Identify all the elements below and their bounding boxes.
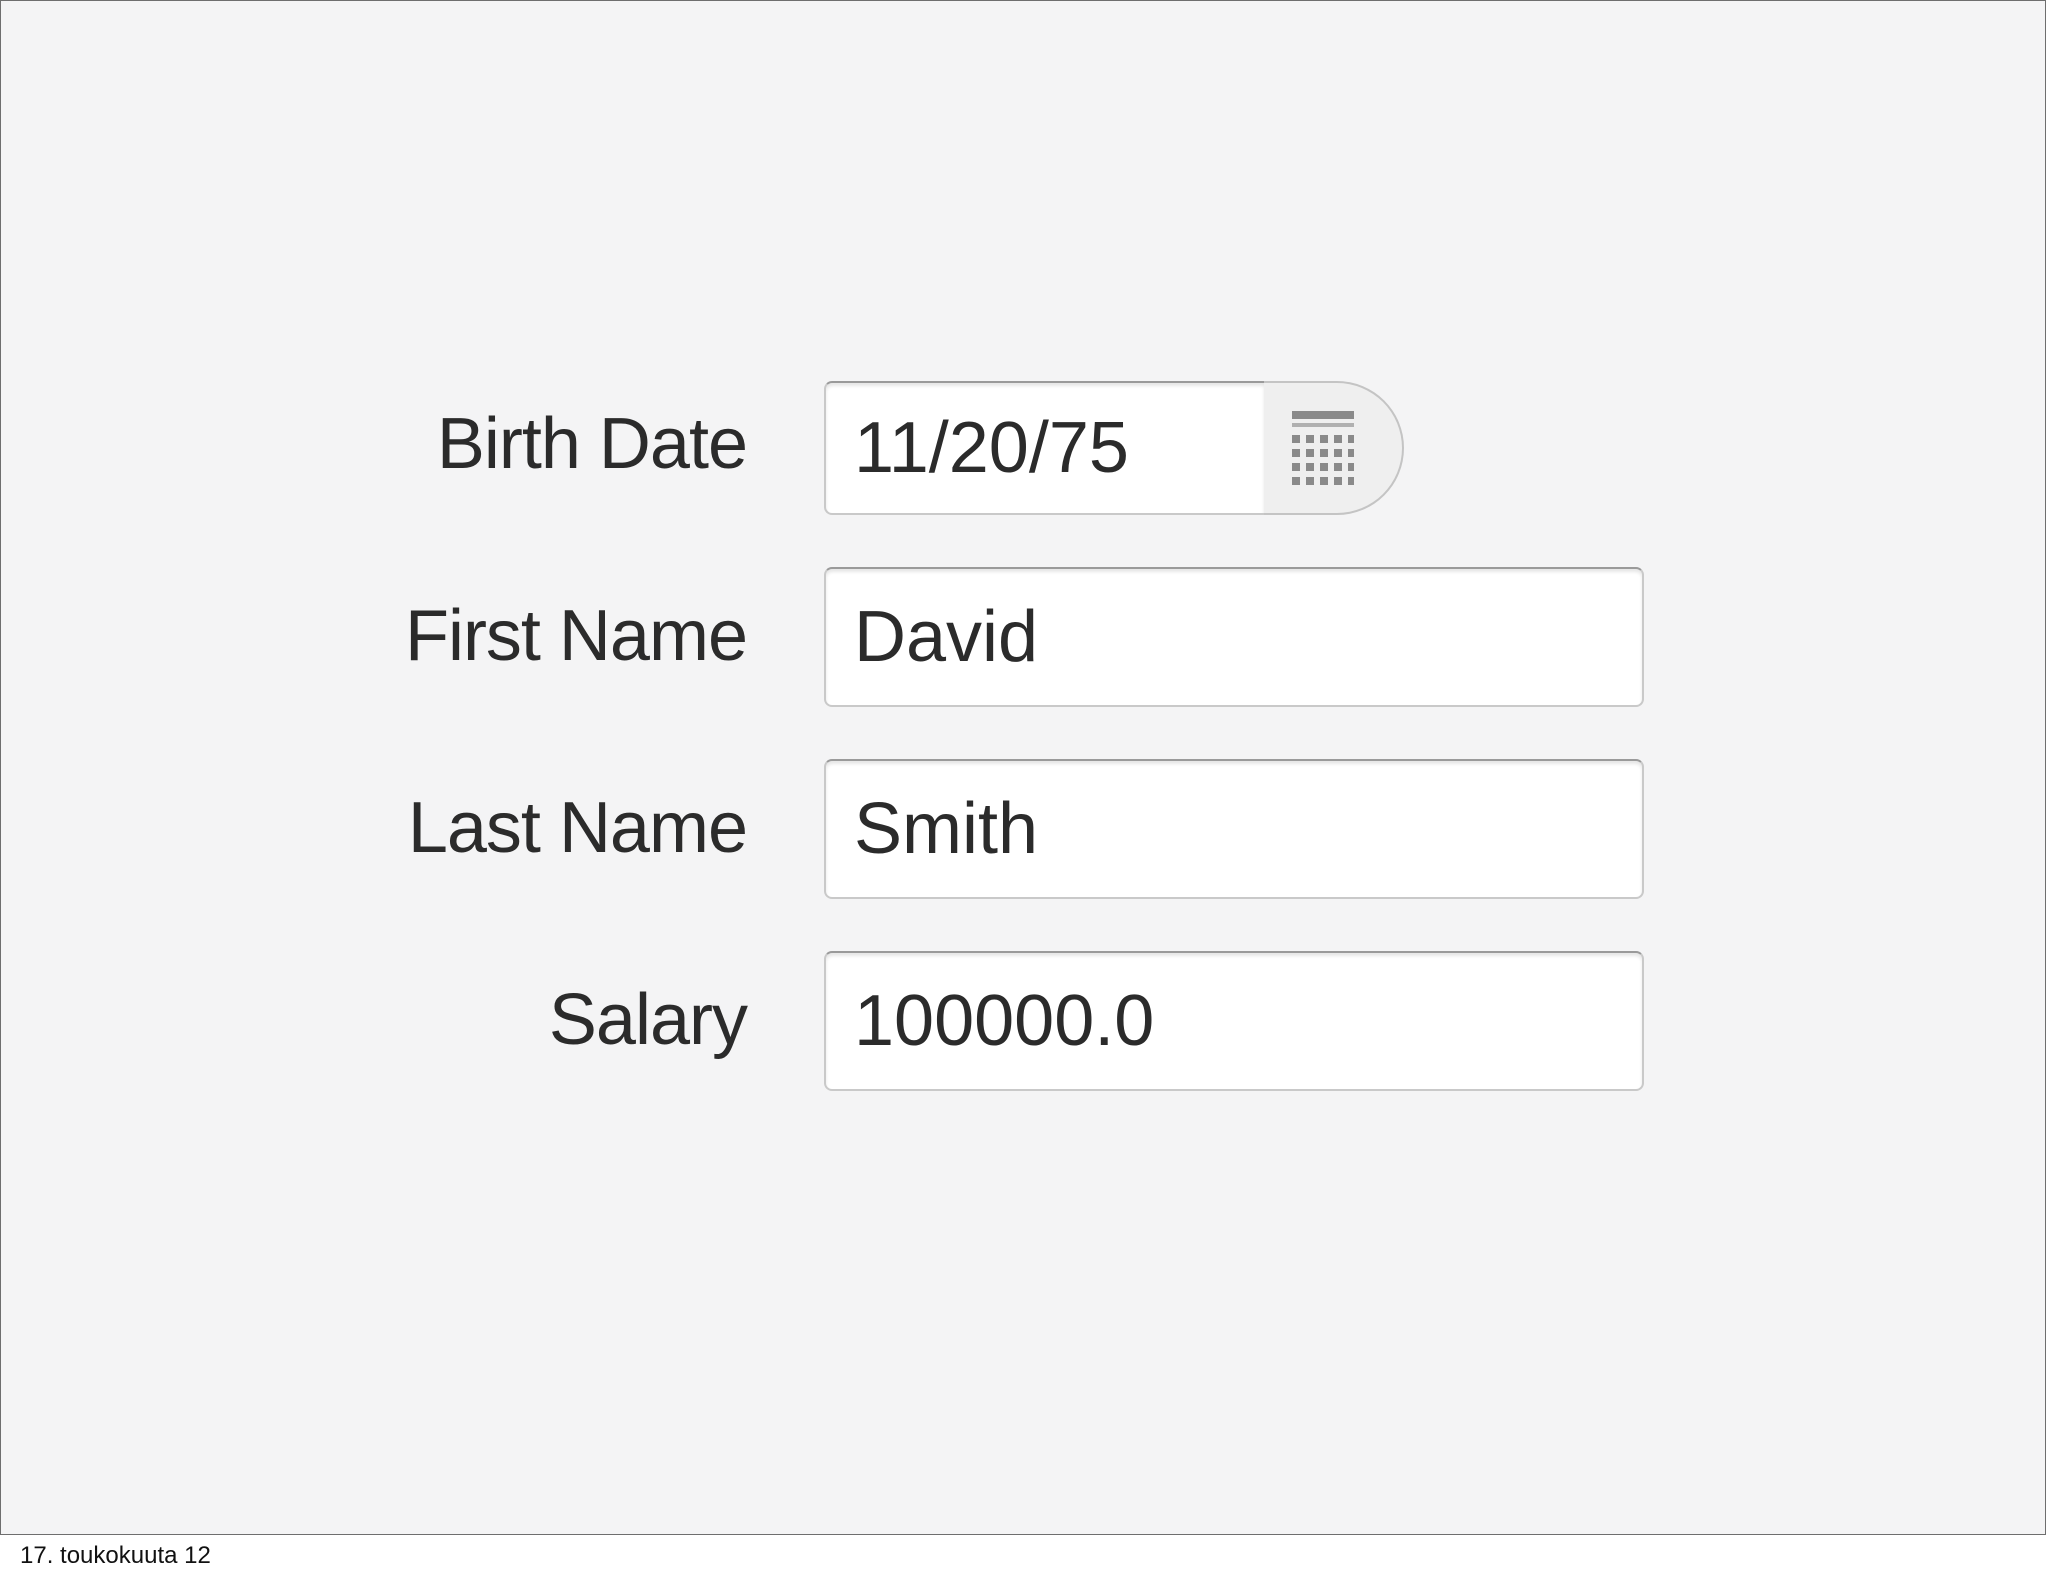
last-name-label: Last Name	[407, 788, 748, 868]
slide-canvas: Birth Date 11/20/75 First Name David Las…	[0, 0, 2046, 1535]
last-name-input[interactable]: Smith	[824, 759, 1644, 899]
birth-date-label: Birth Date	[436, 404, 748, 484]
last-name-row: Last Name Smith	[1, 759, 2047, 899]
salary-row: Salary 100000.0	[1, 951, 2047, 1091]
first-name-input[interactable]: David	[824, 567, 1644, 707]
salary-label: Salary	[548, 980, 748, 1060]
birth-date-row: Birth Date 11/20/75	[1, 381, 2047, 515]
first-name-row: First Name David	[1, 567, 2047, 707]
birth-date-input[interactable]: 11/20/75	[824, 381, 1266, 515]
footer-date: 17. toukokuuta 12	[20, 1542, 211, 1569]
date-picker-button[interactable]	[1264, 381, 1404, 515]
calendar-icon	[1292, 411, 1354, 485]
salary-input[interactable]: 100000.0	[824, 951, 1644, 1091]
first-name-label: First Name	[404, 596, 748, 676]
